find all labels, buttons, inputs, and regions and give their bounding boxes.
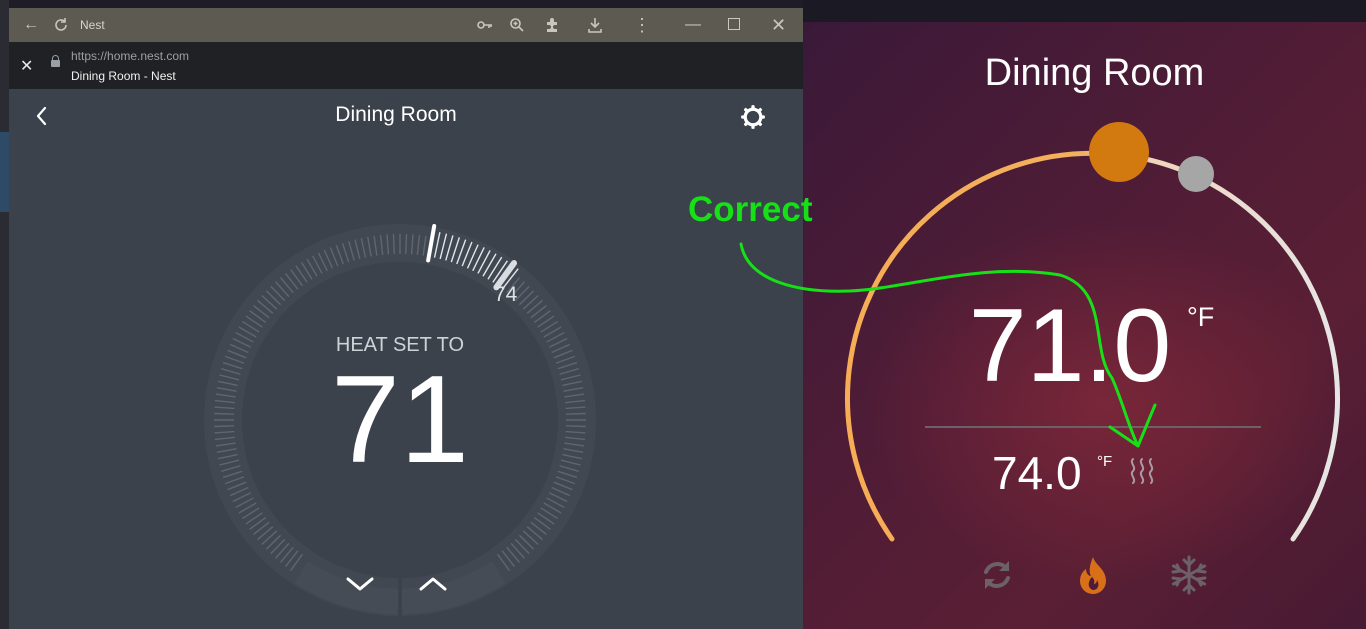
more-menu-icon[interactable]: ⋮ bbox=[633, 8, 651, 42]
temp-down-button[interactable] bbox=[345, 568, 375, 598]
app-url-bar: ✕ https://home.nest.com Dining Room - Ne… bbox=[9, 42, 803, 89]
card-divider bbox=[925, 426, 1261, 428]
current-temp-marker: 74 bbox=[494, 283, 518, 306]
url-text[interactable]: https://home.nest.com bbox=[71, 49, 189, 63]
close-icon[interactable]: ✕ bbox=[20, 56, 33, 76]
flame-icon[interactable] bbox=[1075, 555, 1111, 595]
minimize-icon[interactable]: — bbox=[685, 8, 701, 42]
back-arrow-icon[interactable]: ← bbox=[23, 8, 39, 42]
card-setpoint-unit: °F bbox=[1097, 453, 1113, 470]
auto-icon[interactable] bbox=[979, 557, 1015, 593]
current-temp-handle[interactable] bbox=[1178, 156, 1214, 192]
download-icon[interactable] bbox=[586, 16, 604, 34]
lock-icon bbox=[51, 55, 60, 67]
snowflake-icon[interactable] bbox=[1169, 555, 1209, 595]
reload-icon[interactable] bbox=[53, 17, 69, 33]
temp-up-button[interactable] bbox=[418, 568, 448, 598]
card-current-temp: 71.0 bbox=[968, 288, 1172, 404]
annotation-label: Correct bbox=[688, 190, 813, 229]
browser-titlebar: ← Nest ⋮ — ✕ bbox=[9, 8, 803, 42]
card-current-unit: °F bbox=[1187, 302, 1215, 332]
back-chevron-icon[interactable] bbox=[30, 104, 54, 128]
extensions-icon[interactable] bbox=[544, 17, 560, 33]
tab-title: Nest bbox=[80, 18, 105, 32]
page-title: Dining Room - Nest bbox=[71, 69, 176, 83]
desktop-left-edge bbox=[0, 0, 9, 629]
nest-room-title: Dining Room bbox=[335, 103, 457, 126]
maximize-icon[interactable] bbox=[728, 18, 740, 30]
setpoint-handle[interactable] bbox=[1089, 122, 1149, 182]
heat-waves-icon bbox=[1130, 458, 1154, 484]
key-icon[interactable] bbox=[477, 18, 493, 32]
desktop-top-strip bbox=[803, 0, 1366, 22]
window-close-icon[interactable]: ✕ bbox=[771, 8, 786, 42]
gear-icon[interactable] bbox=[740, 104, 766, 130]
zoom-icon[interactable] bbox=[509, 17, 525, 33]
card-setpoint-temp: 74.0 bbox=[992, 447, 1082, 499]
setpoint-display: 71 bbox=[331, 351, 469, 489]
